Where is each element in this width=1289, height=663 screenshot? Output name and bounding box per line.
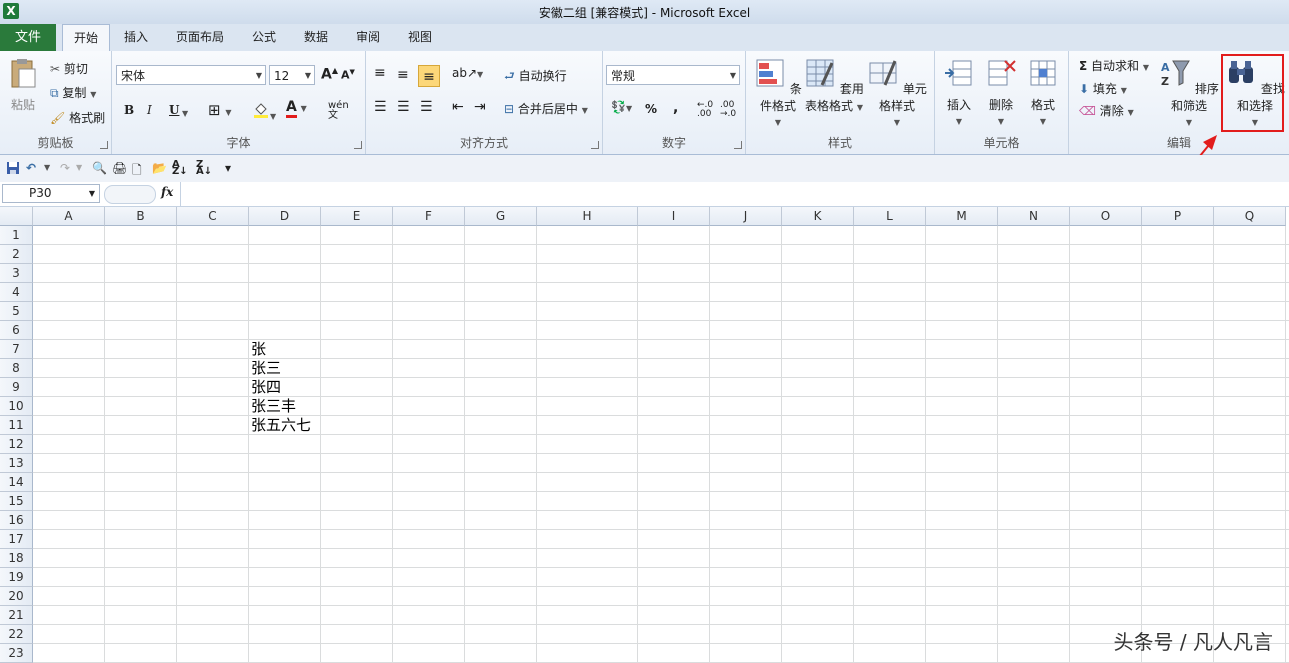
worksheet-grid[interactable]: A B C D E F G H I J K L M N O P Q 1 2 3 4 5 6 7 8 9 10 11 12 13 14 15 16…: [0, 207, 1289, 663]
grid-column-line: [853, 226, 854, 663]
print-preview-icon[interactable]: 🔍: [92, 161, 107, 175]
grid-column-line: [248, 226, 249, 663]
column-header-a[interactable]: A: [33, 207, 105, 226]
row-header-20[interactable]: 20: [0, 587, 33, 606]
insert-function-button[interactable]: fx: [161, 185, 173, 199]
watermark: 头条号 / 凡人凡言: [1113, 630, 1273, 654]
print-icon[interactable]: 🖨: [112, 161, 127, 175]
grid-column-line: [1285, 226, 1286, 663]
cell-d9[interactable]: 张四: [251, 378, 281, 397]
row-header-4[interactable]: 4: [0, 283, 33, 302]
grid-column-line: [464, 226, 465, 663]
formula-bar-resize-handle[interactable]: [104, 185, 156, 204]
row-header-2[interactable]: 2: [0, 245, 33, 264]
grid-column-line: [1141, 226, 1142, 663]
sort-descending-icon[interactable]: Z A↓: [196, 160, 212, 177]
cell-area[interactable]: [33, 226, 1289, 663]
grid-column-line: [320, 226, 321, 663]
name-box-value: P30: [29, 186, 52, 200]
column-header-e[interactable]: E: [321, 207, 393, 226]
column-header-m[interactable]: M: [926, 207, 998, 226]
undo-icon[interactable]: ↶: [26, 161, 40, 175]
row-header-17[interactable]: 17: [0, 530, 33, 549]
row-header-23[interactable]: 23: [0, 644, 33, 663]
name-box[interactable]: P30 ▼: [2, 184, 100, 203]
new-file-icon[interactable]: 🗋: [132, 161, 146, 177]
row-header-1[interactable]: 1: [0, 226, 33, 245]
save-icon[interactable]: [6, 161, 20, 175]
row-header-11[interactable]: 11: [0, 416, 33, 435]
grid-column-line: [781, 226, 782, 663]
cell-d8[interactable]: 张三: [251, 359, 281, 378]
row-header-3[interactable]: 3: [0, 264, 33, 283]
row-header-19[interactable]: 19: [0, 568, 33, 587]
formula-bar: P30 ▼ fx: [0, 182, 1289, 207]
column-header-l[interactable]: L: [854, 207, 926, 226]
customize-qat-icon[interactable]: ▾: [225, 161, 239, 175]
row-header-7[interactable]: 7: [0, 340, 33, 359]
column-header-f[interactable]: F: [393, 207, 465, 226]
row-header-8[interactable]: 8: [0, 359, 33, 378]
row-header-16[interactable]: 16: [0, 511, 33, 530]
row-header-10[interactable]: 10: [0, 397, 33, 416]
grid-column-line: [392, 226, 393, 663]
column-header-p[interactable]: P: [1142, 207, 1214, 226]
column-header-o[interactable]: O: [1070, 207, 1142, 226]
row-header-9[interactable]: 9: [0, 378, 33, 397]
grid-column-line: [176, 226, 177, 663]
row-header-21[interactable]: 21: [0, 606, 33, 625]
row-header-22[interactable]: 22: [0, 625, 33, 644]
grid-column-line: [1213, 226, 1214, 663]
column-header-q[interactable]: Q: [1214, 207, 1286, 226]
quick-access-toolbar: ↶ ▼ ↷ ▼ 🔍 🖨 🗋 📂 A Z↓ Z A↓ ▾: [0, 155, 1289, 183]
column-header-c[interactable]: C: [177, 207, 249, 226]
row-header-15[interactable]: 15: [0, 492, 33, 511]
column-header-g[interactable]: G: [465, 207, 537, 226]
cell-d11[interactable]: 张五六七: [251, 416, 311, 435]
column-header-k[interactable]: K: [782, 207, 854, 226]
grid-column-line: [104, 226, 105, 663]
row-header-6[interactable]: 6: [0, 321, 33, 340]
grid-column-line: [997, 226, 998, 663]
grid-column-line: [637, 226, 638, 663]
column-header-i[interactable]: I: [638, 207, 710, 226]
select-all-corner[interactable]: [0, 207, 33, 226]
column-header-n[interactable]: N: [998, 207, 1070, 226]
cell-d10[interactable]: 张三丰: [251, 397, 296, 416]
grid-column-line: [709, 226, 710, 663]
row-header-18[interactable]: 18: [0, 549, 33, 568]
grid-column-line: [1069, 226, 1070, 663]
column-header-h[interactable]: H: [537, 207, 638, 226]
column-header-b[interactable]: B: [105, 207, 177, 226]
open-folder-icon[interactable]: 📂: [152, 161, 167, 175]
formula-divider: [180, 182, 181, 206]
cell-d7[interactable]: 张: [251, 340, 266, 359]
sort-ascending-icon[interactable]: A Z↓: [172, 160, 188, 177]
row-header-14[interactable]: 14: [0, 473, 33, 492]
row-header-5[interactable]: 5: [0, 302, 33, 321]
redo-dropdown-icon[interactable]: ▼: [76, 163, 90, 177]
row-header-12[interactable]: 12: [0, 435, 33, 454]
grid-column-line: [925, 226, 926, 663]
column-header-d[interactable]: D: [249, 207, 321, 226]
undo-dropdown-icon[interactable]: ▼: [44, 163, 58, 177]
row-header-13[interactable]: 13: [0, 454, 33, 473]
column-header-j[interactable]: J: [710, 207, 782, 226]
grid-column-line: [536, 226, 537, 663]
redo-icon[interactable]: ↷: [60, 161, 74, 175]
